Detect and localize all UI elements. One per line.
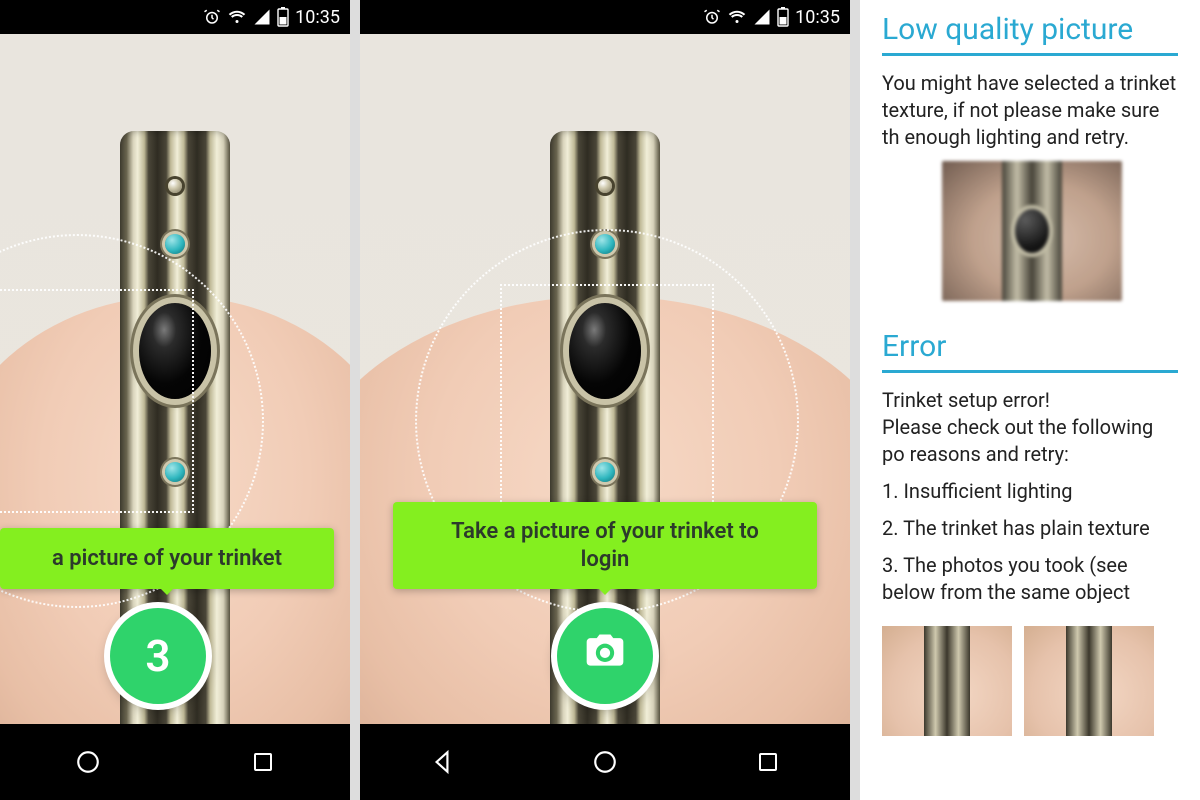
android-nav-bar	[0, 724, 350, 800]
status-time: 10:35	[295, 7, 340, 28]
wifi-icon	[727, 8, 747, 26]
status-bar: 10:35	[0, 0, 350, 34]
alarm-icon	[703, 8, 721, 26]
low-quality-thumbnail	[942, 161, 1122, 301]
home-button[interactable]	[585, 742, 625, 782]
signal-icon	[753, 8, 771, 26]
shutter-countdown-button[interactable]: 3	[110, 608, 206, 704]
error-body: Trinket setup error! Please check out th…	[882, 387, 1178, 468]
error-reason-2: 2. The trinket has plain texture	[882, 515, 1178, 542]
error-thumb-1	[882, 626, 1012, 736]
countdown-value: 3	[145, 630, 170, 682]
battery-icon	[277, 7, 289, 27]
camera-viewport: a picture of your trinket 3	[0, 34, 350, 724]
status-bar: 10:35	[360, 0, 850, 34]
error-reason-1: 1. Insufficient lighting	[882, 478, 1178, 505]
phone-screenshot-countdown: 10:35 a picture of your trinket 3	[0, 0, 350, 800]
phone-screenshot-login: 10:35 Take a picture of your trinket to …	[360, 0, 850, 800]
status-time: 10:35	[795, 7, 840, 28]
help-panel: Low quality picture You might have selec…	[860, 0, 1200, 800]
low-quality-heading: Low quality picture	[882, 12, 1178, 47]
error-heading: Error	[882, 329, 1178, 364]
back-button[interactable]	[422, 742, 462, 782]
error-thumbnails	[860, 622, 1200, 740]
wifi-icon	[227, 8, 247, 26]
error-thumb-2	[1024, 626, 1154, 736]
camera-icon	[583, 629, 627, 684]
recents-button[interactable]	[748, 742, 788, 782]
home-button[interactable]	[68, 742, 108, 782]
shutter-camera-button[interactable]	[557, 608, 653, 704]
alarm-icon	[203, 8, 221, 26]
android-nav-bar	[360, 724, 850, 800]
instruction-tooltip: a picture of your trinket	[0, 528, 334, 589]
recents-button[interactable]	[243, 742, 283, 782]
low-quality-body: You might have selected a trinket textur…	[882, 70, 1178, 151]
signal-icon	[253, 8, 271, 26]
instruction-tooltip: Take a picture of your trinket to login	[393, 502, 817, 589]
battery-icon	[777, 7, 789, 27]
error-reason-3: 3. The photos you took (see below from t…	[882, 552, 1178, 606]
camera-viewport: Take a picture of your trinket to login	[360, 34, 850, 724]
